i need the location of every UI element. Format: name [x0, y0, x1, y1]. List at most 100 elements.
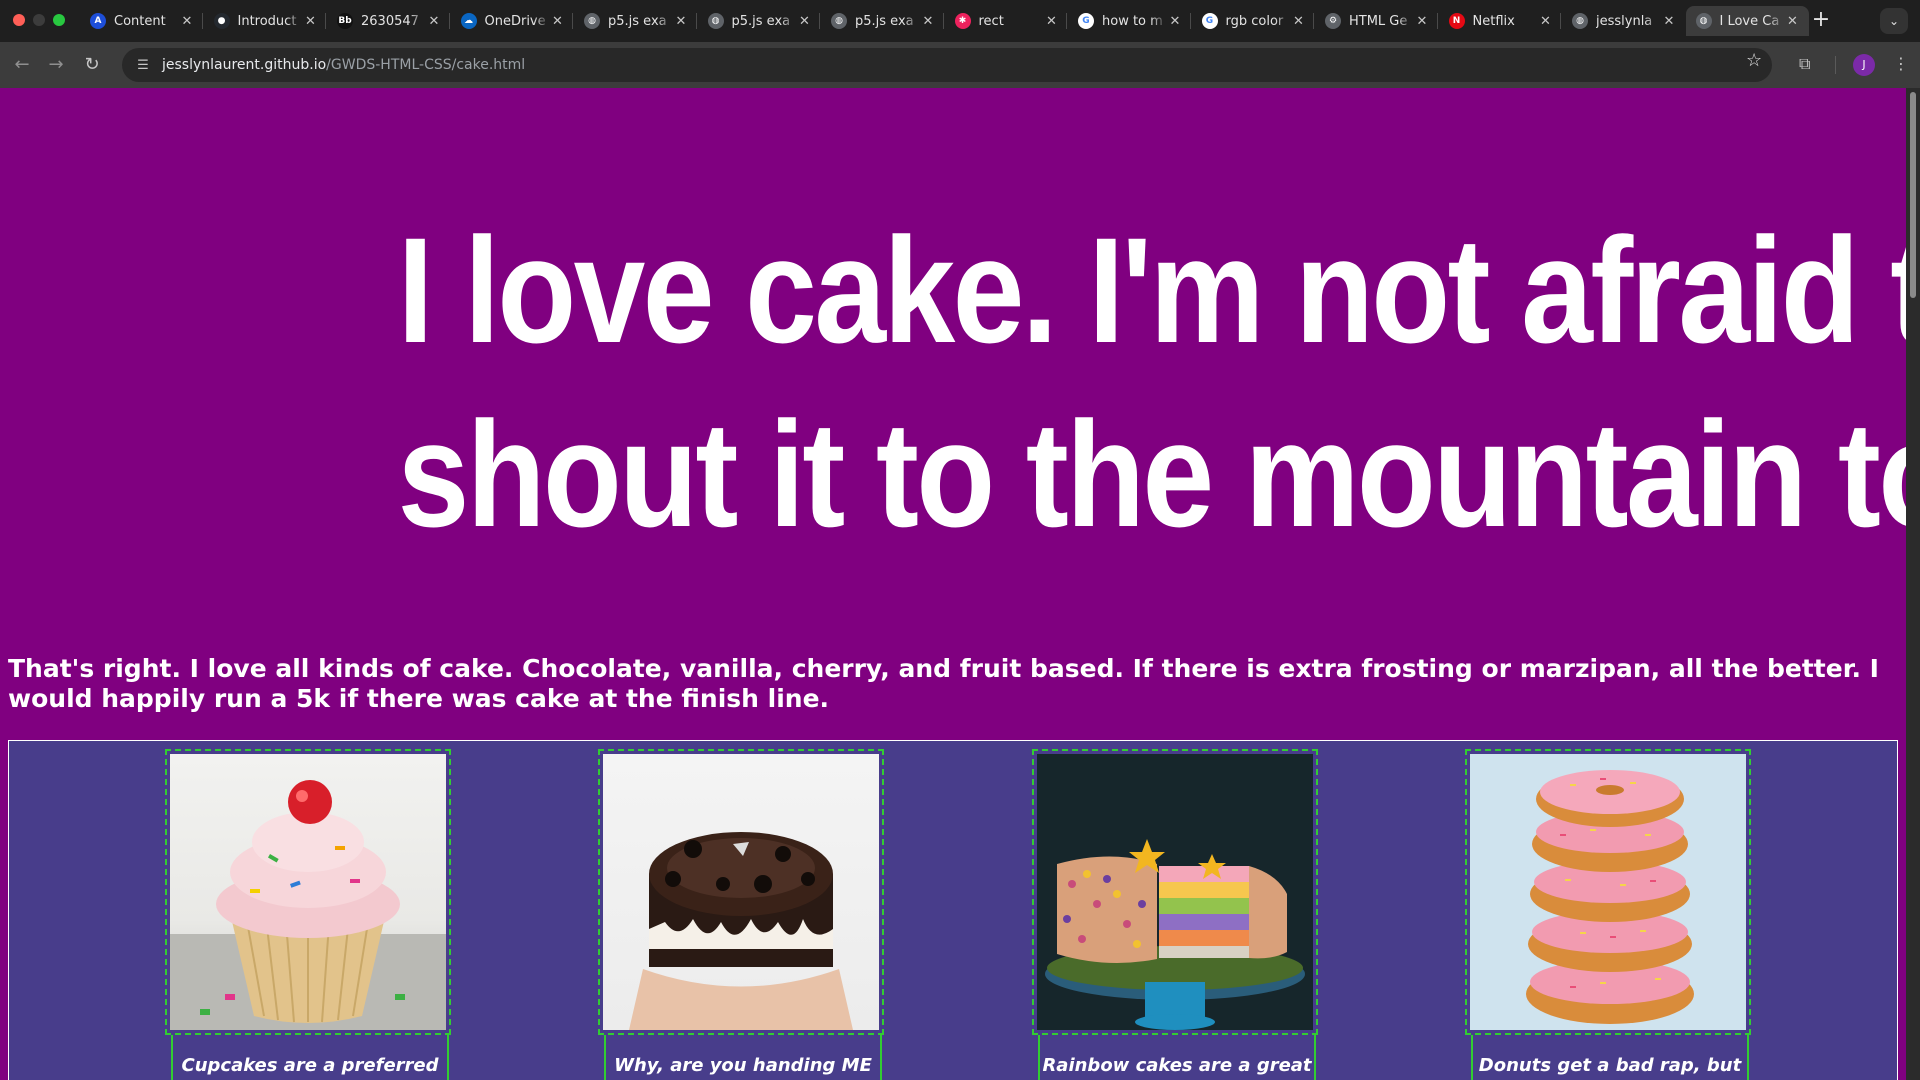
url-path: /GWDS-HTML-CSS/cake.html — [326, 57, 526, 73]
tab-favicon-icon: N — [1448, 13, 1465, 29]
close-window-button[interactable] — [13, 14, 25, 26]
tab-close-icon[interactable]: ✕ — [1661, 14, 1677, 29]
browser-tab[interactable]: ✱ rect ✕ — [945, 6, 1068, 36]
url-text: jesslynlaurent.github.io/GWDS-HTML-CSS/c… — [162, 57, 525, 73]
maximize-window-button[interactable] — [53, 14, 65, 26]
tab-close-icon[interactable]: ✕ — [920, 14, 936, 29]
tab-separator — [448, 13, 450, 29]
page-headline: I love cake. I'm not afraid to shout it … — [397, 198, 1906, 566]
tab-separator — [1189, 13, 1191, 29]
tab-strip: A Content ✕ ● Introduct ✕ Bb 2630547 ✕ ☁ OneDrive ✕… — [0, 0, 1920, 42]
tab-close-icon[interactable]: ✕ — [1044, 14, 1060, 29]
minimize-window-button[interactable] — [33, 14, 45, 26]
photo-frame — [165, 749, 451, 1035]
tab-title: p5.js exa — [855, 13, 914, 29]
reload-icon: ↻ — [84, 54, 100, 75]
browser-tab[interactable]: ⚙ HTML Ge ✕ — [1315, 6, 1438, 36]
tab-favicon-icon: A — [90, 13, 106, 29]
tab-close-icon[interactable]: ✕ — [303, 14, 319, 29]
tab-title: rect — [978, 13, 1004, 29]
donut-stack-illustration — [1526, 770, 1694, 1024]
browser-tab[interactable]: ◍ jesslynla ✕ — [1562, 6, 1685, 36]
tab-favicon-icon: ⚙ — [1325, 13, 1341, 29]
tab-separator — [942, 13, 944, 29]
arrow-left-icon: ← — [14, 54, 30, 75]
bookmark-star-icon[interactable]: ☆ — [1746, 50, 1762, 71]
tab-close-icon[interactable]: ✕ — [673, 14, 689, 29]
arrow-right-icon: → — [48, 54, 64, 75]
tab-close-icon[interactable]: ✕ — [1538, 14, 1554, 29]
tab-title: I Love Ca — [1719, 13, 1780, 29]
tab-close-icon[interactable]: ✕ — [426, 14, 442, 29]
tab-close-icon[interactable]: ✕ — [1785, 14, 1801, 29]
tab-close-icon[interactable]: ✕ — [550, 14, 566, 29]
tab-favicon-icon: ☁ — [460, 13, 477, 29]
card-caption: Rainbow cakes are a great way — [1038, 1035, 1316, 1080]
reload-button[interactable]: ↻ — [78, 51, 106, 79]
card-donuts: Donuts get a bad rap, but I — [1465, 749, 1755, 1080]
browser-tab[interactable]: ● Introduct ✕ — [204, 6, 327, 36]
menu-kebab-icon[interactable]: ⋮ — [1893, 54, 1909, 73]
profile-avatar[interactable]: J — [1853, 54, 1875, 76]
forward-button[interactable]: → — [42, 51, 70, 79]
browser-tab[interactable]: Ghow to m ✕ — [1068, 6, 1191, 36]
browser-tab[interactable]: Grgb color ✕ — [1192, 6, 1315, 36]
card-caption: Cupcakes are a preferred way to — [171, 1035, 449, 1080]
browser-tab[interactable]: ◍ p5.js exa ✕ — [698, 6, 821, 36]
cupcake-illustration — [170, 780, 446, 1030]
browser-tab[interactable]: A Content ✕ — [80, 6, 203, 36]
cake-gallery: Cupcakes are a preferred way to — [8, 740, 1898, 1080]
tab-close-icon[interactable]: ✕ — [797, 14, 813, 29]
new-tab-button[interactable]: + — [1808, 8, 1834, 34]
donut-stack-photo — [1470, 754, 1746, 1030]
browser-tab[interactable]: ◍ I Love Ca ✕ — [1685, 6, 1809, 36]
tab-separator — [1066, 13, 1067, 29]
browser-tab[interactable]: Bb 2630547 ✕ — [327, 6, 450, 36]
card-cupcake: Cupcakes are a preferred way to — [165, 749, 455, 1080]
tab-separator — [325, 13, 326, 29]
tab-separator — [572, 13, 573, 29]
browser-tab[interactable]: ◍ p5.js exa ✕ — [821, 6, 944, 36]
site-info-icon[interactable]: ☰ — [134, 56, 152, 74]
oreo-cake-photo — [603, 754, 879, 1030]
photo-frame — [598, 749, 884, 1035]
browser-tab[interactable]: N Netflix ✕ — [1439, 6, 1562, 36]
card-oreo-cake: Why, are you handing ME an — [598, 749, 888, 1080]
tab-favicon-icon: ◍ — [707, 13, 724, 29]
tab-title: how to m — [1102, 13, 1163, 29]
back-button[interactable]: ← — [8, 51, 36, 79]
extensions-icon[interactable]: ⧉ — [1799, 54, 1810, 74]
tab-close-icon[interactable]: ✕ — [1414, 14, 1430, 29]
browser-tab[interactable]: ◍ p5.js exa ✕ — [574, 6, 697, 36]
tab-favicon-icon: G — [1201, 13, 1218, 29]
url-host: jesslynlaurent.github.io — [162, 57, 327, 73]
tab-separator — [201, 13, 203, 29]
tab-title: Netflix — [1472, 13, 1515, 29]
tab-separator — [819, 13, 820, 29]
tab-favicon-icon: ✱ — [954, 13, 971, 29]
cupcake-photo — [170, 754, 446, 1030]
browser-tab[interactable]: ☁ OneDrive ✕ — [451, 6, 574, 36]
rainbow-cake-illustration — [1045, 839, 1305, 1030]
tab-close-icon[interactable]: ✕ — [1291, 14, 1307, 29]
headline-line-1: I love cake. I'm not afraid to — [397, 206, 1906, 374]
address-bar[interactable]: ☰ jesslynlaurent.github.io/GWDS-HTML-CSS… — [122, 48, 1772, 82]
tab-favicon-icon: ● — [213, 13, 230, 29]
tab-close-icon[interactable]: ✕ — [179, 14, 195, 29]
tab-title: jesslynla — [1596, 13, 1653, 29]
scrollbar-thumb[interactable] — [1910, 92, 1916, 298]
toolbar-divider — [1835, 56, 1836, 74]
tab-separator — [1560, 13, 1561, 29]
tab-close-icon[interactable]: ✕ — [1167, 14, 1183, 29]
tab-title: p5.js exa — [731, 13, 791, 29]
tab-search-button[interactable]: ⌄ — [1880, 8, 1908, 34]
tab-favicon-icon: ◍ — [1572, 13, 1588, 29]
photo-frame — [1465, 749, 1751, 1035]
browser-toolbar: ← → ↻ ☰ jesslynlaurent.github.io/GWDS-HT… — [0, 42, 1920, 88]
card-caption: Donuts get a bad rap, but I — [1471, 1035, 1749, 1080]
tab-favicon-icon: ◍ — [831, 13, 847, 29]
tab-separator — [1313, 13, 1314, 29]
tab-title: 2630547 — [361, 13, 419, 29]
tab-title: HTML Ge — [1349, 13, 1408, 29]
page-scrollbar[interactable] — [1906, 88, 1920, 1080]
